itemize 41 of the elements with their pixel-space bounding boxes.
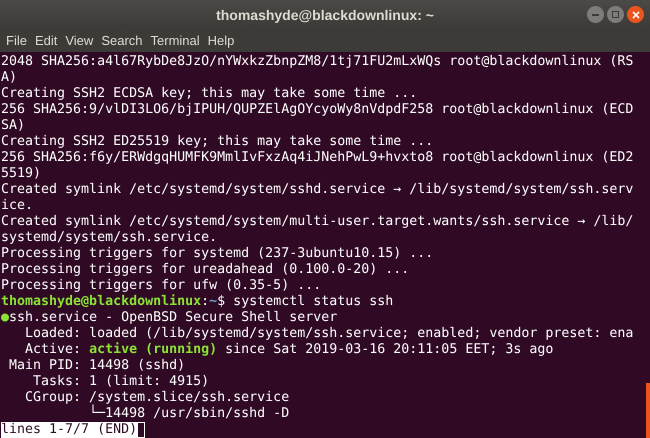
pager-status: lines 1-7/7 (END): [1, 422, 138, 438]
prompt-path: ~: [209, 294, 218, 310]
terminal-text: Processing triggers for ureadahead (0.100.0-20) ...: [1, 262, 410, 278]
scrollbar-thumb[interactable]: [646, 383, 650, 438]
terminal-text: systemd/system/ssh.service.: [1, 230, 218, 246]
status-active: active (running): [89, 342, 218, 358]
terminal-text: :: [201, 294, 210, 310]
terminal-text: A): [1, 70, 18, 86]
terminal-text: Creating SSH2 ED25519 key; this may take some time ...: [1, 134, 434, 150]
terminal-text: 2048 SHA256:a4l67RybDe8JzO/nYWxkzZbnpZM8/1tj71FU2mLxWQs root@blackdownlinux (RS: [1, 54, 634, 70]
menu-item[interactable]: File: [2, 31, 31, 51]
terminal-text: Created symlink /etc/systemd/system/sshd.service → /lib/systemd/system/ssh.serv: [1, 182, 634, 198]
window-title: thomashyde@blackdownlinux: ~: [216, 6, 434, 25]
terminal-text: 5519): [1, 166, 42, 182]
terminal-text: Loaded: loaded (/lib/systemd/system/ssh.service; enabled; vendor preset: ena: [24, 326, 634, 342]
terminal-text: since Sat 2019-03-16 20:11:05 EET; 3s ago: [224, 342, 554, 358]
terminal-text: ice.: [1, 198, 34, 214]
terminal-text: Processing triggers for systemd (237-3ubuntu10.15) ...: [1, 246, 434, 262]
menu-item[interactable]: Search: [97, 31, 147, 51]
terminal-text: └─14498 /usr/sbin/sshd -D: [88, 406, 290, 422]
terminal-text: Active:: [24, 342, 82, 358]
terminal-text: Creating SSH2 ECDSA key; this may take some time ...: [1, 86, 418, 102]
close-button[interactable]: [627, 6, 644, 23]
terminal-text: 256 SHA256:f6y/ERWdgqHUMFK9MmlIvFxzAq4iJNehPwL9+hvxto8 root@blackdownlinux (ED2: [1, 150, 634, 166]
minimize-button[interactable]: [587, 6, 604, 23]
menu-item[interactable]: Help: [204, 31, 238, 51]
menu-item[interactable]: View: [61, 31, 98, 51]
terminal-text: SA): [1, 118, 26, 134]
close-icon: [632, 10, 640, 18]
terminal-text: $ systemctl status ssh: [217, 294, 394, 310]
terminal-text: 256 SHA256:9/vlDI3LO6/bjIPUH/QUPZElAgOYcyoWy8nVdpdF258 root@blackdownlinux (ECD: [1, 102, 634, 118]
terminal-text: CGroup: /system.slice/ssh.service: [24, 390, 290, 405]
prompt-host: thomashyde@blackdownlinux: [1, 294, 202, 310]
terminal-text: Processing triggers for ufw (0.35-5) ...: [1, 278, 322, 294]
menu-item[interactable]: Terminal: [146, 31, 204, 51]
terminal-text: Tasks: 1 (limit: 4915): [32, 374, 210, 390]
terminal-text: Main PID: 14498 (sshd): [8, 358, 186, 374]
menu-item[interactable]: Edit: [30, 31, 62, 51]
terminal-text: ssh.service - OpenBSD Secure Shell server: [9, 310, 338, 326]
terminal-text: Created symlink /etc/systemd/system/multi-user.target.wants/ssh.service → /lib/: [1, 214, 634, 230]
status-dot: ●: [1, 310, 10, 326]
